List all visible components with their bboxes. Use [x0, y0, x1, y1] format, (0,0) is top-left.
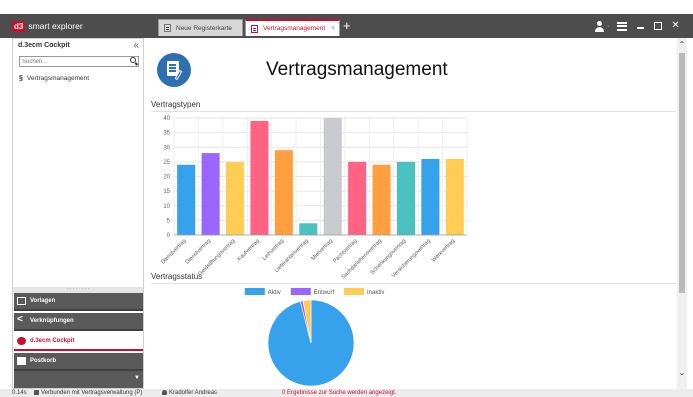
search-input[interactable] — [19, 56, 139, 67]
logo-text: smart explorer — [28, 21, 83, 31]
scroll-down-icon[interactable]: ⌄ — [677, 368, 687, 378]
y-tick-label: 40 — [163, 116, 170, 122]
tree-item-vertragsmanagement[interactable]: § Vertragsmanagement — [19, 75, 89, 82]
legend-label: Entwurf — [314, 290, 335, 296]
bar — [421, 158, 440, 235]
bar — [372, 164, 391, 235]
vertragsstatus-pie-chart: Aktiv Entwurf Inaktiv — [244, 288, 384, 387]
x-tick-label: Mietvertrag — [310, 238, 334, 262]
section-divider — [151, 111, 676, 112]
nav-label: Vorlagen — [30, 298, 56, 304]
document-tab-icon — [164, 24, 171, 32]
tab-close-icon[interactable]: × — [331, 25, 335, 32]
close-window-icon[interactable]: ✕ — [671, 21, 679, 31]
status-connection: Verbunden mit Vertragsverwaltung (P) — [34, 389, 142, 397]
legend-label: Aktiv — [268, 290, 281, 296]
nav-label: Verknüpfungen — [30, 318, 74, 324]
bar — [177, 164, 196, 235]
x-tick-label: Werkvertrag — [431, 238, 456, 263]
tab-label: Neue Registerkarte — [176, 24, 232, 32]
connection-icon — [34, 390, 39, 395]
status-time: 0.14s — [12, 390, 27, 396]
legend-swatch — [344, 288, 364, 295]
status-bar: 0.14s Verbunden mit Vertragsverwaltung (… — [0, 389, 693, 397]
minimize-icon[interactable] — [637, 27, 645, 29]
bar — [445, 158, 464, 235]
y-tick-label: 0 — [167, 233, 171, 239]
logo-mark: d3 — [12, 20, 26, 32]
y-tick-label: 35 — [163, 131, 170, 137]
bar — [323, 118, 342, 235]
nav-label: d.3ecm Cockpit — [30, 338, 75, 344]
page-title: Vertragsmanagement — [266, 59, 448, 80]
paragraph-icon: § — [19, 75, 23, 82]
title-bar: d3 smart explorer Neue Registerkarte Ver… — [0, 14, 693, 38]
vertical-scrollbar[interactable]: ⌃ ⌄ — [677, 38, 687, 389]
vertragstypen-bar-chart: 0510152025303540DienstvertragDienstvertr… — [160, 116, 468, 280]
y-tick-label: 20 — [163, 175, 170, 181]
y-tick-label: 25 — [163, 160, 170, 166]
tree-item-label: Vertragsmanagement — [26, 75, 90, 82]
chevron-down-icon[interactable]: ▼ — [134, 375, 140, 381]
nav-verknuepfungen[interactable]: Verknüpfungen — [14, 313, 143, 331]
bar — [201, 153, 220, 235]
maximize-icon[interactable] — [654, 22, 663, 30]
legend-swatch — [290, 288, 311, 295]
y-tick-label: 15 — [163, 189, 170, 195]
y-tick-label: 5 — [167, 218, 171, 224]
bar — [274, 150, 293, 235]
section-title-vertragstypen: Vertragstypen — [151, 100, 201, 109]
bar — [299, 223, 318, 235]
nav-d3ecm-cockpit[interactable]: d.3ecm Cockpit — [14, 333, 143, 351]
collapse-sidebar-icon[interactable]: « — [133, 40, 139, 51]
x-tick-label: Leihvertrag — [262, 238, 286, 262]
user-icon[interactable] — [594, 20, 605, 32]
contract-document-icon — [157, 53, 191, 87]
tab-label: Vertragsmanagement — [263, 25, 326, 32]
bar — [226, 161, 245, 235]
legend-swatch — [244, 288, 265, 295]
section-title-vertragsstatus: Vertragsstatus — [151, 272, 203, 281]
bar — [348, 161, 367, 235]
nav-postkorb[interactable]: Postkorb — [14, 353, 143, 371]
menu-icon[interactable] — [617, 21, 628, 31]
share-icon — [17, 314, 26, 325]
scroll-up-icon[interactable]: ⌃ — [677, 40, 687, 50]
bar — [250, 120, 269, 235]
status-user: Kradolfer Andreas — [162, 389, 217, 397]
nav-vorlagen[interactable]: Vorlagen — [14, 293, 143, 311]
legend-label: Inaktiv — [367, 290, 384, 296]
cockpit-icon — [17, 337, 26, 345]
x-tick-label: Kaufvertrag — [237, 238, 261, 262]
new-tab-icon[interactable]: + — [343, 18, 351, 33]
tab-neue-registerkarte[interactable]: Neue Registerkarte — [158, 19, 243, 36]
main-content: Vertragsmanagement Vertragstypen 0 5 10 15 2… — [144, 38, 676, 389]
window-controls: · ✕ — [594, 20, 680, 32]
scrollbar-thumb[interactable] — [679, 53, 685, 293]
app-window: d3 smart explorer Neue Registerkarte Ver… — [0, 0, 693, 397]
sidebar-footer: ▼ — [14, 371, 143, 388]
x-tick-label: Pachtvertrag — [332, 238, 358, 264]
status-message: 0 Ergebnisse zur Suche werden angezeigt. — [282, 390, 397, 396]
document-icon — [17, 297, 26, 305]
user-dropdown-icon[interactable]: · — [607, 23, 609, 30]
bar — [396, 161, 415, 235]
section-divider — [151, 283, 676, 284]
y-tick-label: 30 — [163, 145, 170, 151]
search-icon[interactable] — [129, 56, 139, 67]
sidebar-title: d.3ecm Cockpit — [18, 42, 70, 49]
user-icon — [162, 390, 167, 395]
mail-icon — [17, 357, 26, 365]
nav-label: Postkorb — [30, 358, 57, 364]
sidebar: d.3ecm Cockpit « § Vertragsmanagement · … — [12, 38, 144, 389]
y-tick-label: 10 — [163, 204, 170, 210]
tab-vertragsmanagement[interactable]: Vertragsmanagement × — [245, 19, 340, 36]
document-tab-icon — [251, 24, 258, 33]
app-logo: d3 smart explorer — [12, 20, 83, 32]
